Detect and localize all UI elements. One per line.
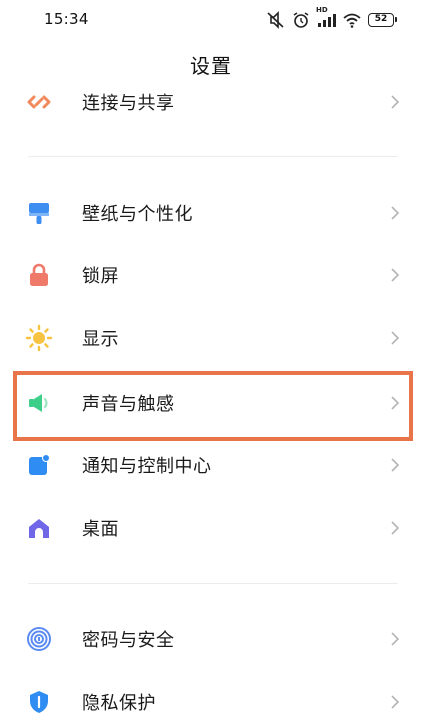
settings-item-password-security[interactable]: 密码与安全 [0,609,422,669]
settings-item-label: 连接与共享 [82,93,175,114]
settings-item-label: 桌面 [82,519,119,540]
signal-icon: HD [316,6,336,29]
wallpaper-brush-icon [24,198,54,228]
settings-item-home-screen[interactable]: 桌面 [0,498,422,558]
mute-vibrate-icon [266,11,286,29]
notification-icon [24,450,54,480]
chevron-right-icon [391,268,400,282]
status-bar: 15:34 HD 52 [0,0,422,40]
status-time: 15:34 [44,10,89,28]
settings-item-privacy[interactable]: 隐私保护 [0,672,422,722]
battery-icon: 52 [368,13,397,27]
section-divider [28,583,398,584]
chevron-right-icon [391,331,400,345]
chevron-right-icon [391,95,400,109]
connection-share-icon [24,87,54,117]
settings-item-label: 显示 [82,329,119,350]
settings-item-label: 锁屏 [82,266,119,287]
settings-item-label: 通知与控制中心 [82,456,212,477]
alarm-icon [292,11,310,29]
settings-item-label: 隐私保护 [82,693,156,714]
lock-icon [24,260,54,290]
chevron-right-icon [391,458,400,472]
chevron-right-icon [391,521,400,535]
chevron-right-icon [391,396,400,410]
chevron-right-icon [391,206,400,220]
privacy-shield-icon [24,687,54,717]
settings-item-connection-share[interactable]: 连接与共享 [0,72,422,132]
section-divider [28,156,398,157]
home-icon [24,513,54,543]
settings-item-display[interactable]: 显示 [0,308,422,368]
settings-item-label: 壁纸与个性化 [82,204,193,225]
settings-item-label: 声音与触感 [82,394,175,415]
settings-item-sound-haptics[interactable]: 声音与触感 [0,373,422,433]
settings-item-lock-screen[interactable]: 锁屏 [0,245,422,305]
wifi-icon [342,11,362,29]
settings-item-label: 密码与安全 [82,630,175,651]
settings-item-wallpaper[interactable]: 壁纸与个性化 [0,183,422,243]
sun-icon [24,323,54,353]
chevron-right-icon [391,632,400,646]
settings-item-notifications[interactable]: 通知与控制中心 [0,435,422,495]
status-icons: HD 52 [266,6,397,31]
chevron-right-icon [391,695,400,709]
fingerprint-icon [24,624,54,654]
settings-screen: 15:34 HD 52 设置 连接与共享 壁纸与个性化 锁屏 显示 声音与触感 … [0,0,422,722]
speaker-icon [24,388,54,418]
network-badge: HD [316,6,328,14]
